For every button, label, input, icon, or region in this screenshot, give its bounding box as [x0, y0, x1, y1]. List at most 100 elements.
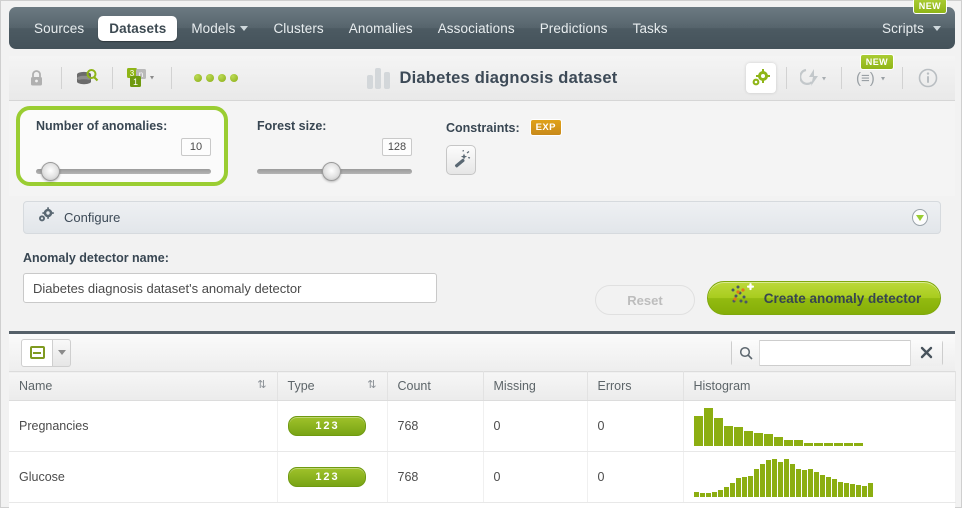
column-header-type[interactable]: Type ⇅	[277, 371, 388, 401]
field-histogram-cell[interactable]	[683, 400, 956, 452]
magic-wand-icon[interactable]	[446, 145, 476, 175]
gear-icon[interactable]	[746, 63, 776, 93]
nav-item-associations[interactable]: Associations	[427, 16, 526, 41]
forest-size-value[interactable]: 128	[382, 138, 412, 156]
flash-icon[interactable]	[797, 63, 831, 93]
column-header-label: Count	[397, 379, 431, 393]
dataset-search-icon[interactable]	[72, 63, 102, 93]
type-badge: 123	[287, 416, 366, 436]
bar-chart-icon	[366, 67, 390, 89]
field-types-icon[interactable]: 3 n 1	[123, 63, 161, 93]
nav-item-label: Anomalies	[348, 20, 413, 36]
forest-size-slider[interactable]	[257, 162, 412, 181]
scripts-menu[interactable]: NEW Scripts	[871, 0, 947, 41]
table-row[interactable]: Pregnancies 123 768 0 0	[9, 400, 956, 452]
slider-knob[interactable]	[322, 162, 342, 181]
number-of-anomalies-control: Number of anomalies: 10	[36, 119, 211, 181]
histogram-bar	[693, 415, 703, 446]
nav-item-anomalies[interactable]: Anomalies	[338, 16, 424, 41]
histogram-bar	[723, 487, 729, 497]
histogram-bar	[763, 433, 773, 446]
histogram-bar	[773, 437, 783, 446]
nav-item-tasks[interactable]: Tasks	[622, 16, 679, 41]
toolbar-divider	[171, 67, 172, 89]
lock-icon[interactable]	[21, 63, 51, 93]
histogram-bar	[807, 468, 813, 497]
configure-bar[interactable]: Configure	[23, 201, 941, 234]
page-title: Diabetes diagnosis dataset	[399, 68, 618, 87]
chevron-down-icon[interactable]	[53, 338, 71, 367]
nav-item-clusters[interactable]: Clusters	[262, 16, 334, 41]
histogram-bar	[849, 484, 855, 497]
fields-table: Name ⇅ Type ⇅ Count Missing Errors Histogram Pr…	[9, 331, 956, 508]
histogram-bar	[813, 442, 823, 446]
histogram-bar	[753, 432, 763, 446]
table-row[interactable]: Glucose 123 768 0 0	[9, 451, 956, 503]
nav-item-label: Tasks	[632, 20, 668, 36]
reset-button[interactable]: Reset	[595, 285, 695, 315]
histogram-bar	[747, 476, 753, 497]
nav-item-datasets[interactable]: Datasets	[98, 15, 178, 41]
column-header-label: Missing	[493, 379, 536, 393]
create-anomaly-detector-label: Create anomaly detector	[763, 290, 922, 306]
fields-search	[731, 339, 943, 366]
sort-icon[interactable]: ⇅	[367, 379, 376, 391]
nav-item-label: Sources	[34, 20, 85, 36]
field-errors-cell: 0	[587, 400, 684, 452]
nav-item-scripts-label: Scripts	[882, 20, 924, 36]
column-header-name[interactable]: Name ⇅	[9, 371, 278, 401]
collapse-icon[interactable]	[21, 338, 53, 367]
nav-item-models[interactable]: Models	[180, 16, 259, 41]
histogram-bar	[801, 469, 807, 497]
nav-item-label: Models	[191, 20, 236, 36]
search-icon[interactable]	[732, 339, 760, 366]
nav-item-label: Predictions	[539, 20, 608, 36]
search-input[interactable]	[760, 340, 910, 365]
histogram-bar	[765, 459, 771, 497]
histogram-bar	[789, 464, 795, 497]
anomaly-detector-name-input[interactable]	[23, 273, 437, 303]
close-icon[interactable]	[910, 339, 942, 366]
forest-size-label: Forest size:	[257, 119, 327, 133]
histogram-bar	[723, 425, 733, 446]
info-icon[interactable]	[913, 63, 943, 93]
slider-track	[36, 169, 211, 174]
field-count-cell: 768	[387, 400, 484, 452]
histogram-chart	[693, 406, 945, 446]
histogram-bar	[825, 477, 831, 497]
parameters-panel: Number of anomalies: 10 Forest size: 128	[9, 101, 955, 196]
main-navigation: Sources Datasets Models Clusters Anomalies As…	[9, 0, 955, 49]
field-histogram-cell[interactable]	[683, 451, 956, 503]
column-header-missing: Missing	[483, 371, 588, 401]
number-of-anomalies-slider[interactable]	[36, 162, 211, 181]
histogram-bar	[831, 478, 837, 497]
field-count-cell: 768	[387, 451, 484, 503]
nav-item-sources[interactable]: Sources	[23, 16, 95, 41]
nav-item-label: Datasets	[109, 20, 167, 36]
type-badge: 123	[287, 467, 366, 487]
collapse-control[interactable]	[21, 338, 71, 367]
toolbar-divider	[112, 67, 113, 89]
column-header-count: Count	[387, 371, 484, 401]
create-anomaly-detector-button[interactable]: Create anomaly detector	[707, 281, 941, 315]
slider-knob[interactable]	[40, 162, 60, 181]
nav-item-predictions[interactable]: Predictions	[529, 16, 619, 41]
histogram-bar	[705, 493, 711, 497]
number-of-anomalies-value[interactable]: 10	[181, 138, 211, 156]
chevron-down-icon[interactable]	[912, 209, 928, 226]
histogram-bar	[753, 468, 759, 497]
histogram-bar	[793, 440, 803, 446]
field-type-cell: 123	[277, 400, 388, 452]
column-header-histogram: Histogram	[683, 371, 956, 401]
status-dot	[206, 74, 214, 82]
toolbar-divider	[902, 67, 903, 89]
list-format-icon[interactable]: NEW (≡)	[852, 54, 894, 93]
histogram-bar	[853, 442, 863, 446]
anomaly-detector-name-label: Anomaly detector name:	[23, 251, 169, 265]
status-dot	[218, 74, 226, 82]
histogram-chart	[693, 457, 945, 497]
sort-icon[interactable]: ⇅	[257, 379, 266, 391]
field-name-cell: Pregnancies	[9, 400, 278, 452]
new-badge: NEW	[912, 0, 947, 14]
toolbar-divider	[841, 67, 842, 89]
